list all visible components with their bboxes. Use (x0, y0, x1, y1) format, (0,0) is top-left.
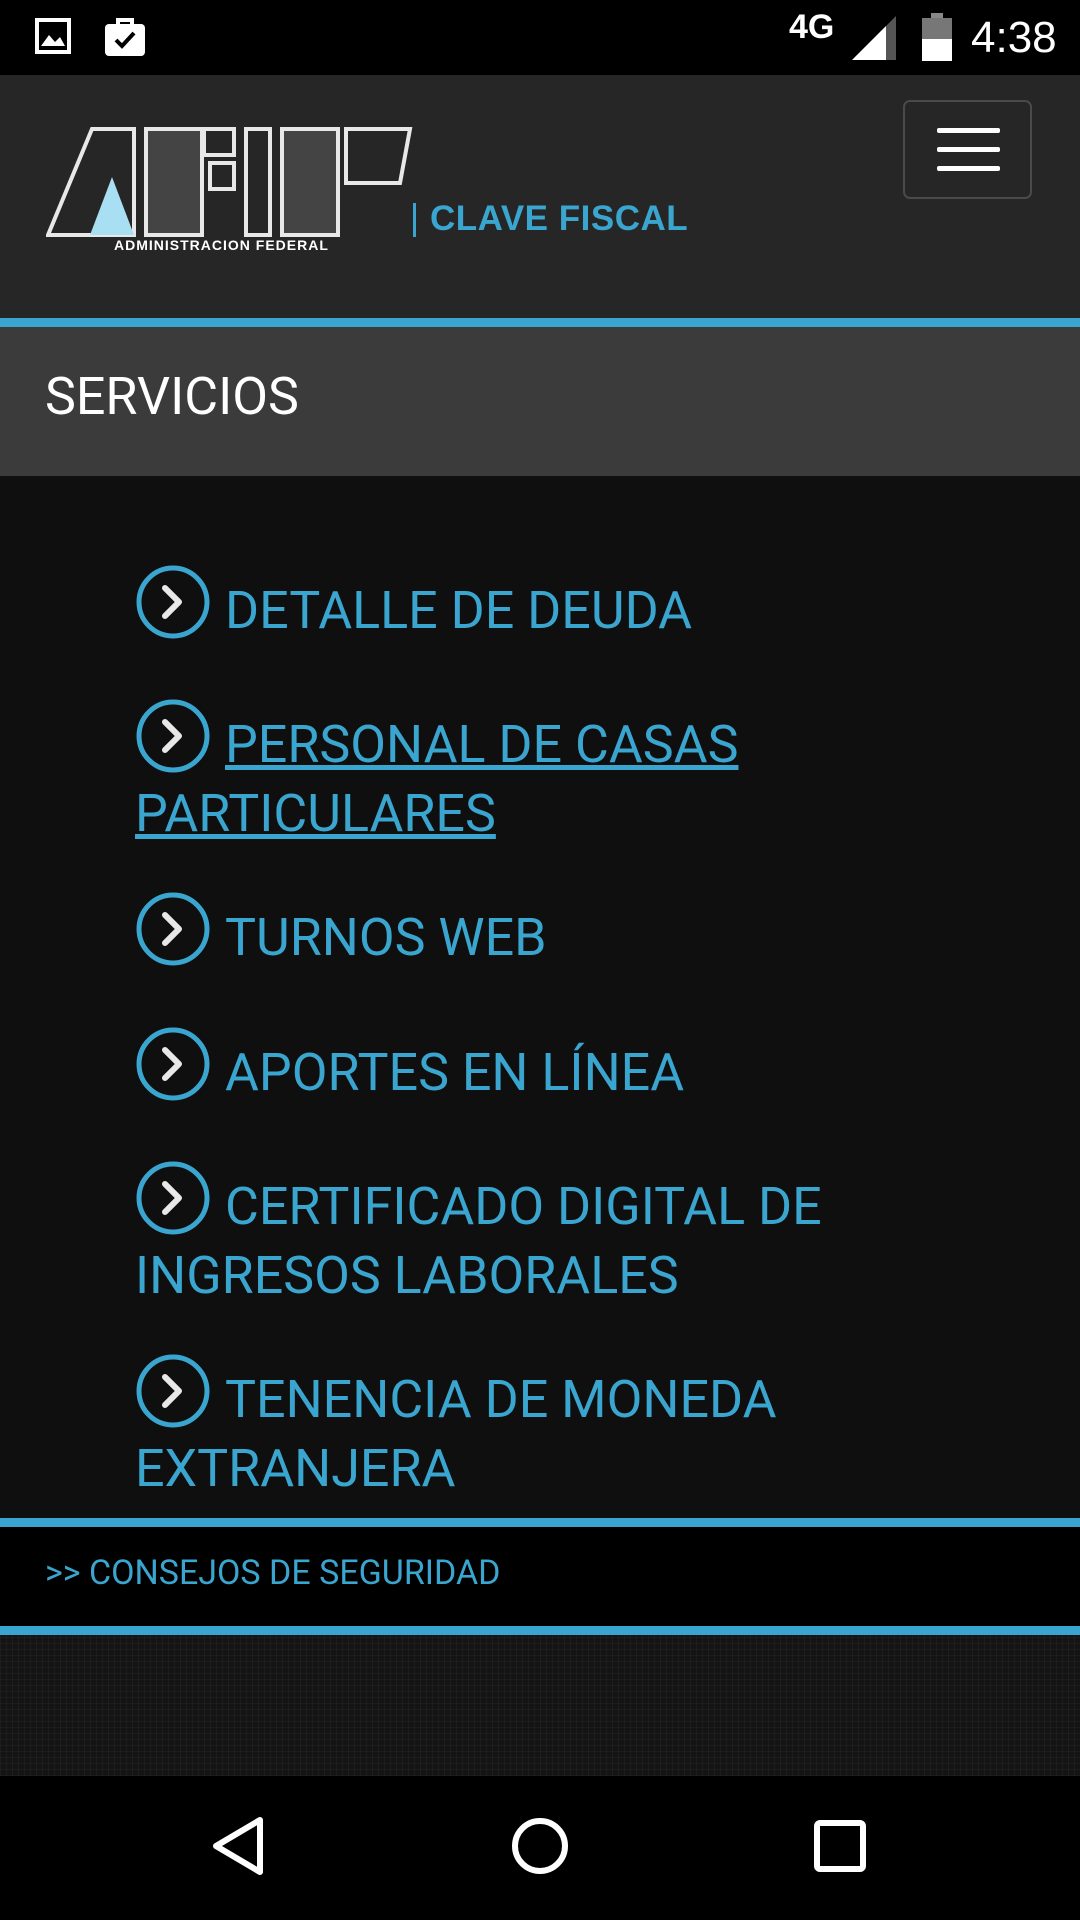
service-label: PERSONAL DE CASAS PARTICULARES (135, 714, 739, 844)
hamburger-menu-icon-bar (937, 128, 1000, 133)
service-link-tenencia-moneda[interactable]: TENENCIA DE MONEDA EXTRANJERA (135, 1353, 895, 1503)
section-title: SERVICIOS (45, 366, 299, 427)
service-link-detalle-deuda[interactable]: DETALLE DE DEUDA (135, 564, 895, 645)
service-label: TENENCIA DE MONEDA EXTRANJERA (135, 1369, 777, 1499)
chevron-right-circle-icon (136, 699, 210, 773)
service-label: DETALLE DE DEUDA (225, 580, 693, 641)
service-label: CERTIFICADO DIGITAL DE INGRESOS LABORALE… (135, 1176, 822, 1306)
security-tips-link[interactable]: >> CONSEJOS DE SEGURIDAD (45, 1553, 501, 1593)
home-icon[interactable] (500, 1806, 580, 1886)
back-icon[interactable] (200, 1806, 280, 1886)
work-briefcase-icon (105, 18, 145, 56)
service-label: TURNOS WEB (225, 907, 547, 968)
header-divider (0, 318, 1080, 327)
chevron-right-circle-icon (136, 565, 210, 639)
chevron-right-circle-icon (136, 1027, 210, 1101)
signal-icon (852, 16, 896, 60)
chevron-right-circle-icon (136, 1161, 210, 1235)
logo-subtitle: ADMINISTRACION FEDERAL (114, 237, 329, 253)
navigation-bar (0, 1776, 1080, 1920)
logo-divider (413, 203, 416, 237)
service-link-turnos-web[interactable]: TURNOS WEB (135, 891, 895, 972)
hamburger-menu-icon-bar (937, 166, 1000, 171)
footer-bottom-divider (0, 1626, 1080, 1635)
page-background-pattern (0, 1635, 1080, 1776)
status-bar: 4G 4:38 (0, 0, 1080, 75)
service-link-aportes-en-linea[interactable]: APORTES EN LÍNEA (135, 1026, 895, 1107)
service-label: APORTES EN LÍNEA (225, 1042, 685, 1103)
recents-icon[interactable] (800, 1806, 880, 1886)
site-header: ADMINISTRACION FEDERAL CLAVE FISCAL (0, 75, 1080, 318)
service-link-certificado-digital[interactable]: CERTIFICADO DIGITAL DE INGRESOS LABORALE… (135, 1160, 895, 1310)
hamburger-menu-icon-bar (937, 147, 1000, 152)
battery-icon (922, 13, 952, 61)
network-type: 4G (789, 8, 835, 46)
screen: 4G 4:38 ADMINISTRACION FEDERAL CLAVE FIS… (0, 0, 1080, 1920)
footer-top-divider (0, 1518, 1080, 1527)
chevron-right-circle-icon (136, 1354, 210, 1428)
service-link-personal-casas-particulares[interactable]: PERSONAL DE CASAS PARTICULARES (135, 698, 895, 848)
clave-fiscal-label: CLAVE FISCAL (430, 199, 689, 238)
hamburger-menu-button[interactable] (903, 100, 1032, 199)
gallery-icon (35, 18, 71, 54)
chevron-right-circle-icon (136, 892, 210, 966)
afip-logo[interactable]: ADMINISTRACION FEDERAL (46, 125, 416, 255)
clock: 4:38 (971, 13, 1057, 62)
